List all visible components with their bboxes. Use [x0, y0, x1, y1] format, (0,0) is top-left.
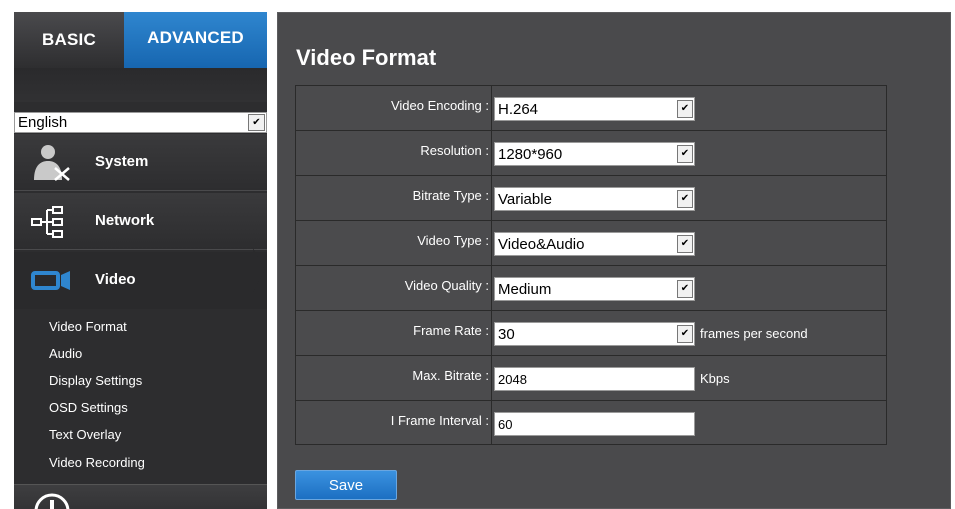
frame-rate-select[interactable]: 30 ✔: [494, 322, 695, 346]
sidebar-item-label: Video: [95, 271, 136, 288]
i-frame-interval-input[interactable]: 60: [494, 412, 695, 436]
sidebar-item-label: Network: [95, 212, 155, 229]
video-type-select[interactable]: Video&Audio ✔: [494, 232, 695, 256]
select-value: 1280*960: [498, 146, 563, 163]
field-label: Bitrate Type :: [412, 188, 489, 203]
resolution-select[interactable]: 1280*960 ✔: [494, 142, 695, 166]
video-camera-icon: [31, 271, 70, 290]
subnav-item-audio[interactable]: Audio: [49, 346, 82, 361]
column-divider: [491, 356, 492, 400]
alert-icon: [34, 493, 70, 509]
column-divider: [491, 131, 492, 175]
field-label: Video Type :: [417, 233, 489, 248]
video-format-form: Video Encoding : H.264 ✔ Resolution : 12…: [295, 85, 887, 445]
sidebar-item-system[interactable]: System: [14, 134, 267, 191]
form-row-max-bitrate: Max. Bitrate : 2048 Kbps: [296, 356, 886, 401]
field-label: Video Quality :: [404, 278, 489, 293]
subnav-item-osd-settings[interactable]: OSD Settings: [49, 400, 128, 415]
field-label: Resolution :: [420, 143, 489, 158]
form-row-bitrate-type: Bitrate Type : Variable ✔: [296, 176, 886, 221]
sidebar: BASIC ADVANCED English ✔ System Network: [14, 12, 267, 509]
chevron-down-icon: ✔: [677, 280, 693, 298]
language-select-value: English: [18, 114, 68, 131]
select-value: H.264: [498, 101, 539, 118]
tab-basic[interactable]: BASIC: [14, 12, 124, 68]
language-select[interactable]: English ✔: [14, 112, 267, 133]
select-value: Video&Audio: [498, 236, 585, 253]
tab-separator: [14, 68, 267, 102]
field-label: Max. Bitrate :: [412, 368, 489, 383]
form-row-resolution: Resolution : 1280*960 ✔: [296, 131, 886, 176]
field-label: I Frame Interval :: [390, 413, 489, 428]
network-tree-icon: [31, 206, 63, 238]
active-nav-indicator: [253, 248, 265, 292]
video-quality-select[interactable]: Medium ✔: [494, 277, 695, 301]
chevron-down-icon: ✔: [677, 100, 693, 118]
chevron-down-icon: ✔: [677, 145, 693, 163]
subnav-item-video-format[interactable]: Video Format: [49, 319, 127, 334]
page-title: Video Format: [296, 45, 437, 70]
user-settings-icon: [34, 145, 70, 181]
save-button[interactable]: Save: [295, 470, 397, 500]
column-divider: [491, 266, 492, 310]
chevron-down-icon: ✔: [677, 325, 693, 343]
chevron-down-icon: ✔: [677, 235, 693, 253]
sidebar-item-video[interactable]: Video: [14, 252, 267, 309]
max-bitrate-unit: Kbps: [700, 371, 730, 386]
sidebar-item-events[interactable]: [14, 484, 267, 509]
field-label: Frame Rate :: [413, 323, 489, 338]
column-divider: [491, 401, 492, 445]
select-value: Medium: [498, 281, 552, 298]
select-value: Variable: [498, 191, 552, 208]
column-divider: [491, 311, 492, 355]
column-divider: [491, 176, 492, 220]
form-row-i-frame-interval: I Frame Interval : 60: [296, 401, 886, 446]
chevron-down-icon: ✔: [248, 114, 265, 131]
column-divider: [491, 86, 492, 130]
subnav-item-display-settings[interactable]: Display Settings: [49, 373, 142, 388]
select-value: 30: [498, 326, 515, 343]
bitrate-type-select[interactable]: Variable ✔: [494, 187, 695, 211]
form-row-frame-rate: Frame Rate : 30 ✔ frames per second: [296, 311, 886, 356]
column-divider: [491, 221, 492, 265]
frame-rate-unit: frames per second: [700, 326, 808, 341]
sidebar-item-label: System: [95, 153, 149, 170]
field-label: Video Encoding :: [390, 98, 489, 113]
max-bitrate-input[interactable]: 2048: [494, 367, 695, 391]
form-row-video-type: Video Type : Video&Audio ✔: [296, 221, 886, 266]
sidebar-item-network[interactable]: Network: [14, 193, 267, 250]
video-encoding-select[interactable]: H.264 ✔: [494, 97, 695, 121]
main-panel: Video Format Video Encoding : H.264 ✔ Re…: [277, 12, 951, 509]
subnav-item-text-overlay[interactable]: Text Overlay: [49, 427, 121, 442]
mode-tabs: BASIC ADVANCED: [14, 12, 267, 76]
chevron-down-icon: ✔: [677, 190, 693, 208]
form-row-video-quality: Video Quality : Medium ✔: [296, 266, 886, 311]
subnav-item-video-recording[interactable]: Video Recording: [49, 455, 145, 470]
form-row-video-encoding: Video Encoding : H.264 ✔: [296, 86, 886, 131]
tab-advanced[interactable]: ADVANCED: [124, 12, 267, 68]
